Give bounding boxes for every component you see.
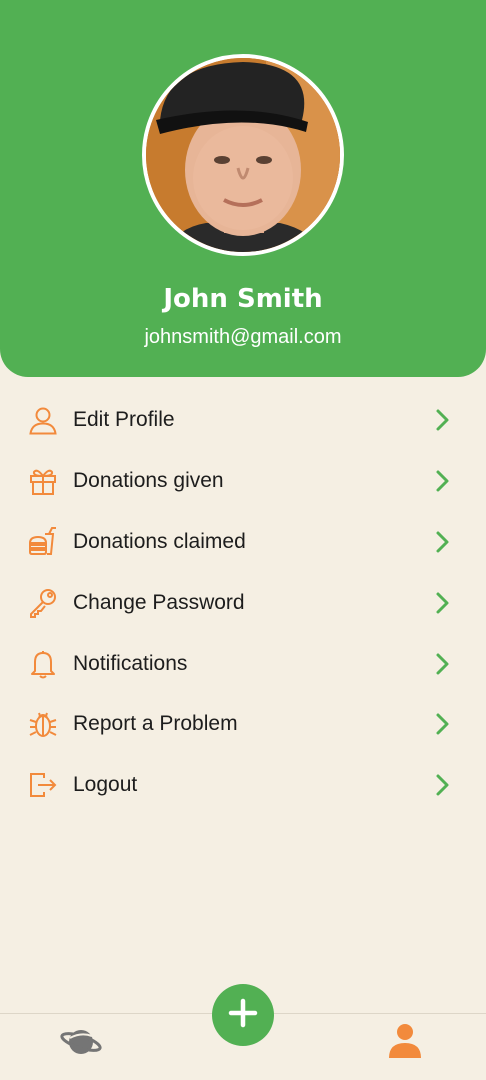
bell-icon bbox=[27, 648, 59, 680]
menu-item-label: Donations given bbox=[73, 469, 224, 493]
user-icon bbox=[27, 404, 59, 436]
plus-icon bbox=[228, 998, 258, 1033]
menu-item-label: Edit Profile bbox=[73, 408, 175, 432]
menu-item-label: Notifications bbox=[73, 651, 188, 675]
chevron-right-icon bbox=[432, 408, 452, 432]
user-name: John Smith bbox=[163, 284, 323, 314]
menu-item-label: Logout bbox=[73, 773, 138, 797]
chevron-right-icon bbox=[432, 591, 452, 615]
menu-item-label: Report a Problem bbox=[73, 712, 238, 736]
chevron-right-icon bbox=[432, 712, 452, 736]
user-email: johnsmith@gmail.com bbox=[144, 326, 342, 348]
key-icon bbox=[27, 587, 59, 619]
menu-item-report-problem[interactable]: Report a Problem bbox=[0, 694, 486, 755]
menu-item-edit-profile[interactable]: Edit Profile bbox=[0, 390, 486, 451]
bug-icon bbox=[27, 708, 59, 740]
profile-header: John Smith johnsmith@gmail.com bbox=[0, 0, 486, 377]
food-icon bbox=[27, 526, 59, 558]
menu-item-notifications[interactable]: Notifications bbox=[0, 633, 486, 694]
chevron-right-icon bbox=[432, 773, 452, 797]
gift-icon bbox=[27, 465, 59, 497]
planet-icon[interactable] bbox=[60, 1022, 102, 1062]
person-icon[interactable] bbox=[387, 1022, 423, 1060]
chevron-right-icon bbox=[432, 530, 452, 554]
logout-icon bbox=[27, 769, 59, 801]
avatar[interactable] bbox=[142, 54, 344, 256]
menu-item-label: Donations claimed bbox=[73, 529, 246, 553]
menu-item-logout[interactable]: Logout bbox=[0, 755, 486, 816]
menu-item-donations-claimed[interactable]: Donations claimed bbox=[0, 512, 486, 573]
add-donation-button[interactable] bbox=[212, 984, 274, 1046]
menu-item-label: Change Password bbox=[73, 590, 245, 614]
chevron-right-icon bbox=[432, 469, 452, 493]
chevron-right-icon bbox=[432, 652, 452, 676]
profile-menu: Edit Profile Donations given Donations c… bbox=[0, 390, 486, 816]
menu-item-donations-given[interactable]: Donations given bbox=[0, 451, 486, 512]
menu-item-change-password[interactable]: Change Password bbox=[0, 572, 486, 633]
